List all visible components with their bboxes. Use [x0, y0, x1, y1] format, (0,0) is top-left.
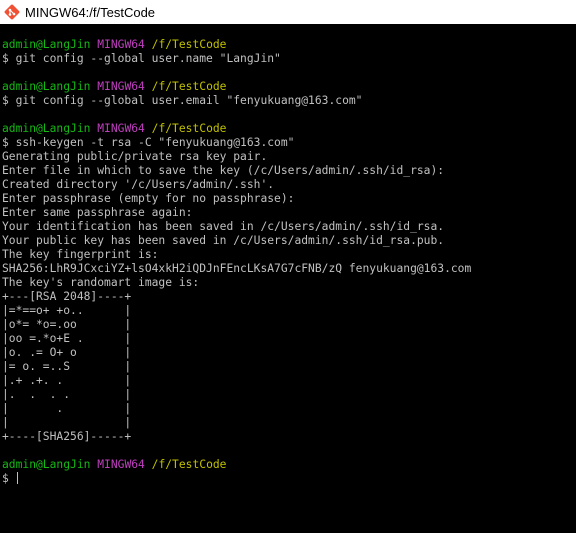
- prompt-line: admin@LangJin MINGW64 /f/TestCode: [2, 122, 576, 136]
- prompt-host: MINGW64: [97, 38, 145, 51]
- output-line: Enter passphrase (empty for no passphras…: [2, 192, 295, 205]
- output-line: Created directory '/c/Users/admin/.ssh'.: [2, 178, 275, 191]
- window-title: MINGW64:/f/TestCode: [25, 4, 156, 20]
- command-line: $ ssh-keygen -t rsa -C "fenyukuang@163.c…: [2, 136, 295, 149]
- prompt-path: /f/TestCode: [151, 122, 227, 135]
- output-line: Enter same passphrase again:: [2, 206, 193, 219]
- terminal-area[interactable]: admin@LangJin MINGW64 /f/TestCode $ git …: [0, 24, 576, 533]
- randomart-line: |oo =.*o+E . |: [2, 332, 132, 345]
- prompt-line: admin@LangJin MINGW64 /f/TestCode: [2, 38, 576, 52]
- randomart-line: +---[RSA 2048]----+: [2, 290, 132, 303]
- output-line: The key's randomart image is:: [2, 276, 200, 289]
- prompt-user: admin@LangJin: [2, 122, 91, 135]
- prompt-user: admin@LangJin: [2, 458, 91, 471]
- prompt-host: MINGW64: [97, 80, 145, 93]
- prompt-host: MINGW64: [97, 122, 145, 135]
- prompt-line: admin@LangJin MINGW64 /f/TestCode: [2, 80, 576, 94]
- randomart-line: |=*==o+ +o.. |: [2, 304, 132, 317]
- randomart-line: |o. .= O+ o |: [2, 346, 132, 359]
- randomart-line: |.+ .+. . |: [2, 374, 132, 387]
- randomart-line: |o*= *o=.oo |: [2, 318, 132, 331]
- output-line: Generating public/private rsa key pair.: [2, 150, 268, 163]
- prompt-host: MINGW64: [97, 458, 145, 471]
- randomart-line: | . |: [2, 402, 132, 415]
- output-line: Enter file in which to save the key (/c/…: [2, 164, 445, 177]
- prompt-path: /f/TestCode: [151, 38, 227, 51]
- randomart-line: +----[SHA256]-----+: [2, 430, 132, 443]
- prompt-line: admin@LangJin MINGW64 /f/TestCode: [2, 458, 576, 472]
- output-line: Your public key has been saved in /c/Use…: [2, 234, 445, 247]
- randomart-line: |. . . . |: [2, 388, 132, 401]
- command-line: $ git config --global user.email "fenyuk…: [2, 94, 363, 107]
- text-cursor: [16, 472, 18, 484]
- output-line: The key fingerprint is:: [2, 248, 159, 261]
- randomart-line: |= o. =..S |: [2, 360, 132, 373]
- window-titlebar[interactable]: MINGW64:/f/TestCode: [0, 0, 576, 24]
- prompt-user: admin@LangJin: [2, 38, 91, 51]
- input-line[interactable]: $: [2, 472, 576, 486]
- prompt-user: admin@LangJin: [2, 80, 91, 93]
- command-line: $ git config --global user.name "LangJin…: [2, 52, 281, 65]
- prompt-path: /f/TestCode: [151, 80, 227, 93]
- key-fingerprint: SHA256:LhR9JCxciYZ+lsO4xkH2iQDJnFEncLKsA…: [2, 262, 472, 275]
- prompt-symbol: $: [2, 472, 16, 485]
- prompt-path: /f/TestCode: [151, 458, 227, 471]
- randomart-line: | |: [2, 416, 132, 429]
- git-bash-icon: [4, 4, 20, 20]
- output-line: Your identification has been saved in /c…: [2, 220, 445, 233]
